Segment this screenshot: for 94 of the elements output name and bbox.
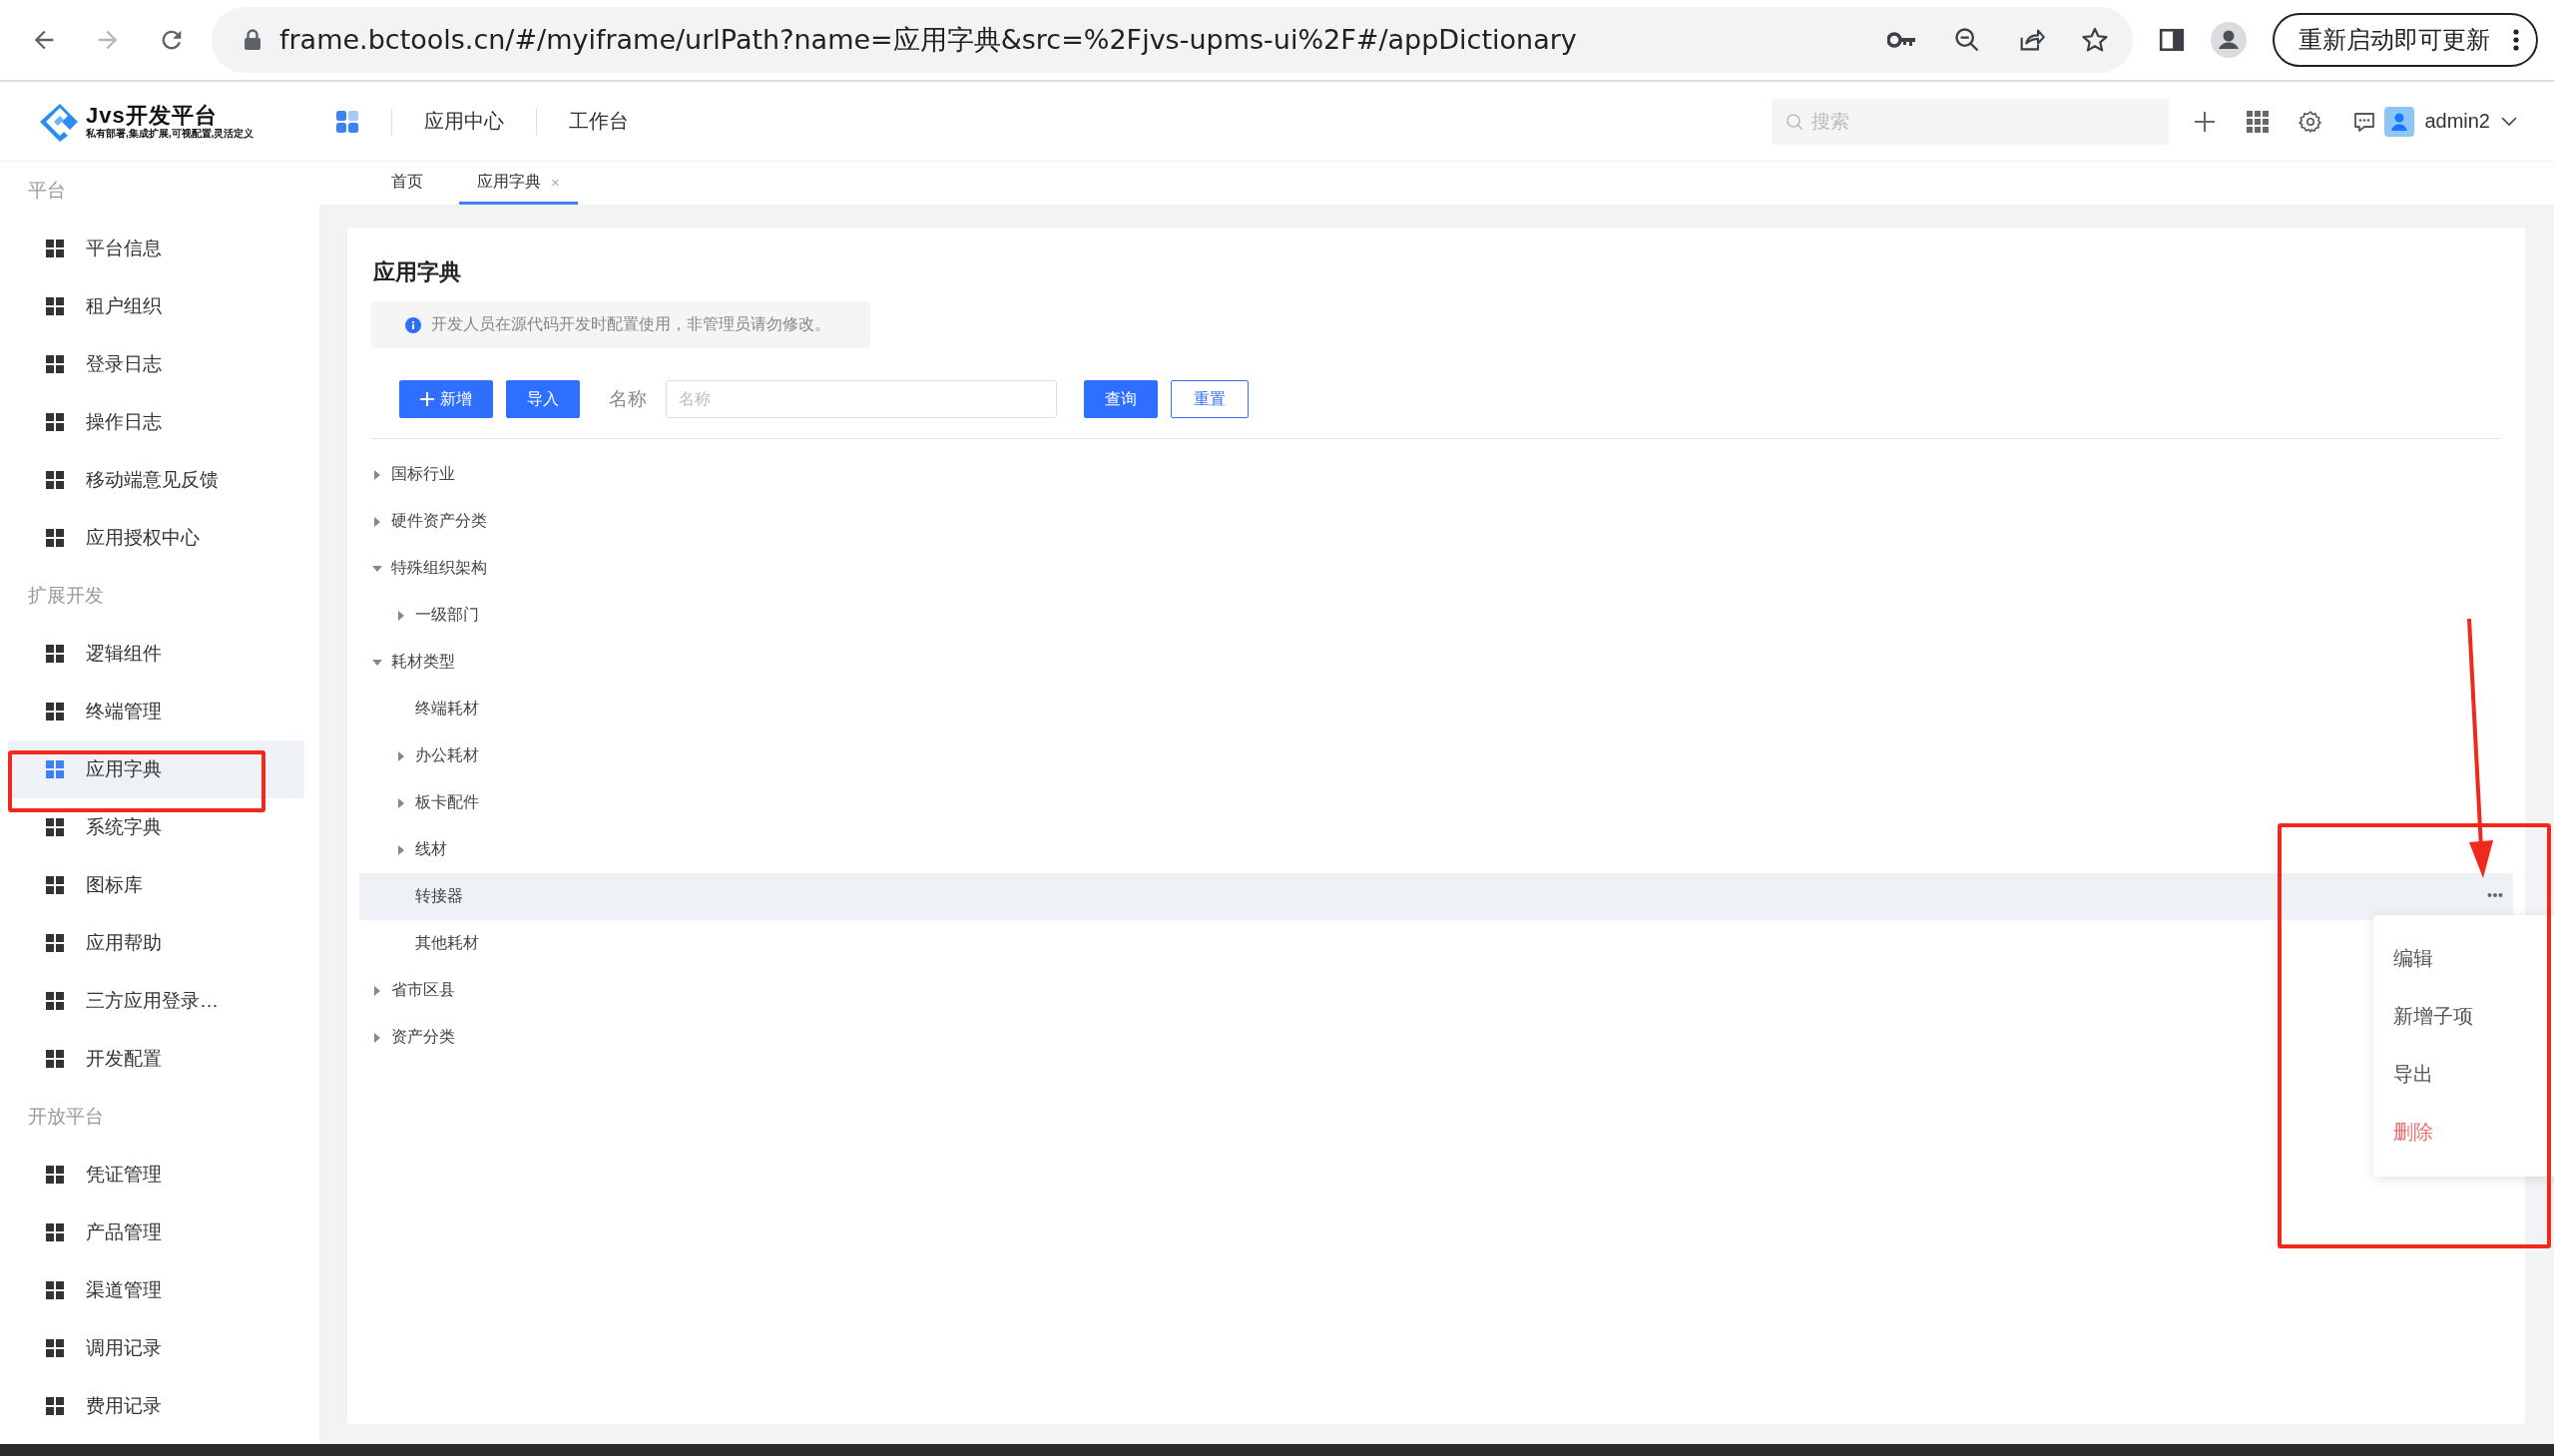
tree-node-label[interactable]: 其他耗材 [415,933,479,954]
nav-link[interactable]: 工作台 [569,108,629,135]
more-icon[interactable] [2487,892,2503,898]
key-icon[interactable] [1887,31,1917,49]
section-title: 开放平台 [27,1105,105,1129]
import-button[interactable]: 导入 [506,380,580,418]
menu-item-icon [46,760,64,778]
tree-node-label[interactable]: 板卡配件 [415,792,479,813]
star-icon[interactable] [2081,26,2109,54]
menu-item-icon [46,992,64,1010]
plus-icon [420,392,434,406]
menu-item-icon [46,413,64,431]
more-vertical-icon[interactable] [2512,28,2520,52]
menu-item[interactable]: 新增子项 [2373,987,2554,1045]
menu-item-icon [46,355,64,373]
sidebar-item[interactable]: 费用记录 [8,1377,304,1435]
filter-label: 名称 [609,387,647,411]
menu-item-icon [46,1339,64,1357]
tree-node-label[interactable]: 硬件资产分类 [391,511,487,532]
sidebar-item[interactable]: 应用帮助 [8,914,304,972]
logo-subtitle: 私有部署,集成扩展,可视配置,灵活定义 [86,127,255,140]
name-input-field[interactable]: 名称 [666,380,1057,418]
sidebar-item[interactable]: 应用字典 [8,740,304,798]
tree-node-label[interactable]: 线材 [415,839,447,860]
menu-item-icon [46,297,64,315]
user-name[interactable]: admin2 [2424,110,2490,133]
page-title: 应用字典 [373,258,462,286]
section-title: 扩展开发 [27,584,105,608]
tree-node-label[interactable]: 资产分类 [391,1027,455,1048]
tab[interactable]: 应用字典 × [459,162,578,205]
sidebar-item[interactable]: 调用记录 [8,1319,304,1377]
settings-icon[interactable] [2299,109,2323,134]
nav-link[interactable]: 应用中心 [424,108,504,135]
search-field[interactable]: 搜索 [1772,98,2170,145]
zoom-out-icon[interactable] [1953,26,1981,54]
sidebar-item[interactable]: 平台信息 [8,220,304,277]
sidebar-item[interactable]: 终端管理 [8,683,304,740]
sidebar-item[interactable]: 操作日志 [8,393,304,451]
tree-node-label[interactable]: 国标行业 [391,464,455,485]
tree-node-label[interactable]: 省市区县 [391,980,455,1001]
tree-node-label[interactable]: 转接器 [415,886,463,907]
apps-icon[interactable] [335,109,359,134]
menu-item-icon [46,934,64,952]
menu-item-icon [46,1050,64,1068]
sidebar-item[interactable]: 系统字典 [8,798,304,856]
tree-node-label[interactable]: 特殊组织架构 [391,558,487,579]
sidebar-item[interactable]: 租户组织 [8,277,304,335]
update-button[interactable]: 重新启动即可更新 [2273,13,2538,67]
add-button[interactable]: 新增 [399,380,493,418]
menu-item-icon [46,471,64,489]
section-title: 平台 [27,179,67,203]
sidebar-item[interactable]: 产品管理 [8,1204,304,1261]
grid-icon[interactable] [2247,110,2270,133]
menu-item-icon [46,1223,64,1241]
menu-item-icon [46,645,64,663]
tree-node-label[interactable]: 耗材类型 [391,652,455,673]
query-button[interactable]: 查询 [1084,380,1158,418]
tab[interactable]: 首页 [373,162,441,205]
menu-item-icon [46,876,64,894]
address-bar[interactable]: frame.bctools.cn/#/myiframe/urlPath?name=应用字典&src=%2Fjvs-upms-ui%2F#/appDictionary [212,7,2133,73]
sidebar-item[interactable]: 凭证管理 [8,1146,304,1204]
side-panel-icon[interactable] [2159,27,2185,53]
notice-text: 开发人员在源代码开发时配置使用，非管理员请勿修改。 [431,314,830,334]
sidebar-item[interactable]: 应用授权中心 [8,509,304,567]
lock-icon [244,29,261,51]
profile-avatar-icon[interactable] [2211,22,2247,58]
sidebar-item[interactable]: 开发配置 [8,1030,304,1088]
reset-button[interactable]: 重置 [1171,380,1249,418]
logo-icon [40,101,80,142]
user-avatar-icon[interactable] [2384,106,2415,137]
add-icon[interactable] [2193,109,2218,134]
tree-node-label[interactable]: 终端耗材 [415,699,479,720]
chevron-down-icon[interactable] [2500,115,2518,128]
tree-node-label[interactable]: 办公耗材 [415,745,479,766]
menu-item-icon [46,818,64,836]
sidebar-item[interactable]: 渠道管理 [8,1261,304,1319]
sidebar-item[interactable]: 三方应用登录… [8,972,304,1030]
menu-item-icon [46,1397,64,1415]
sidebar-item[interactable]: 登录日志 [8,335,304,393]
search-icon [1786,112,1804,131]
tree-node-label[interactable]: 一级部门 [415,605,479,626]
menu-item[interactable]: 导出 [2373,1045,2554,1103]
url-text: frame.bctools.cn/#/myiframe/urlPath?name=应用字典&src=%2Fjvs-upms-ui%2F#/appDictionary [279,23,1578,57]
menu-item[interactable]: 编辑 [2373,929,2554,987]
menu-item-icon [46,1281,64,1299]
sidebar-item[interactable]: 图标库 [8,856,304,914]
sidebar-item[interactable]: 移动端意见反馈 [8,451,304,509]
menu-item-icon [46,240,64,257]
menu-item-icon [46,1166,64,1184]
menu-item-icon [46,529,64,547]
sidebar-item[interactable]: 逻辑组件 [8,625,304,683]
info-icon [405,316,421,333]
menu-item-icon [46,703,64,721]
logo-title: Jvs开发平台 [86,103,219,128]
